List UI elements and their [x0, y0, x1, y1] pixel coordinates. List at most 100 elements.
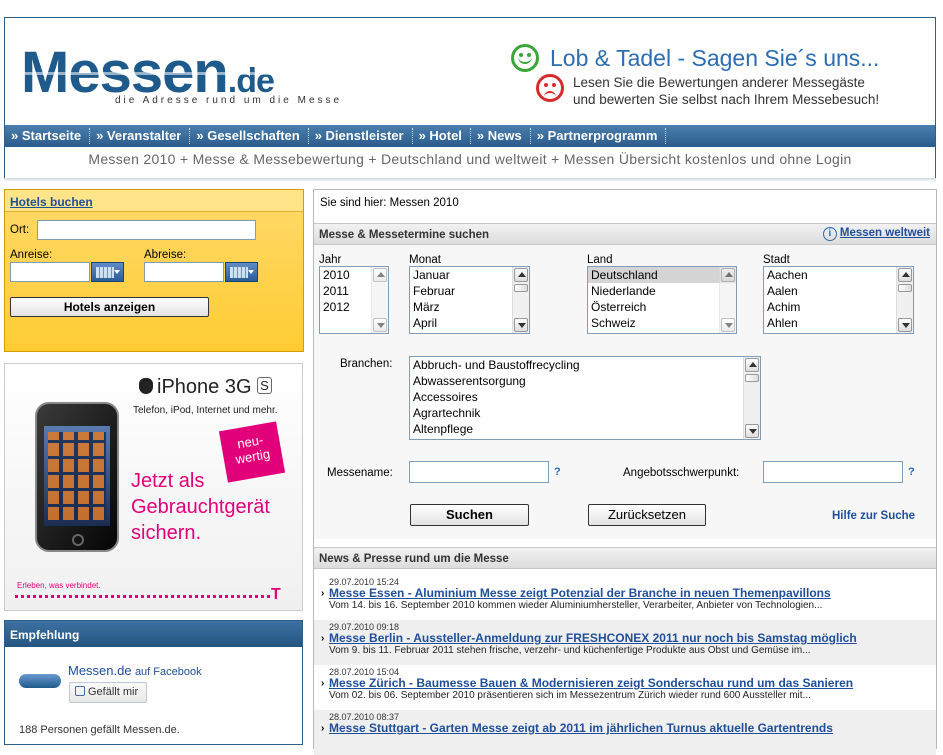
stadt-option[interactable]: Ahlen	[764, 315, 913, 331]
stadt-option[interactable]: Aachen	[764, 267, 913, 283]
news-arrow-icon: ›	[321, 678, 325, 689]
news-title-link[interactable]: Messe Zürich - Baumesse Bauen & Modernis…	[329, 676, 853, 690]
angebot-label: Angebotsschwerpunkt:	[623, 467, 740, 479]
happy-smiley-icon	[511, 44, 539, 72]
branchen-option[interactable]: Abwasserentsorgung	[410, 373, 760, 389]
monat-scrollbar[interactable]	[512, 267, 529, 333]
news-section-header: News & Presse rund um die Messe	[314, 547, 936, 569]
news-description: Vom 9. bis 11. Februar 2011 stehen frisc…	[329, 645, 811, 656]
like-label: Gefällt mir	[88, 686, 139, 698]
branchen-option[interactable]: Altenpflege	[410, 421, 760, 437]
facebook-page-line: Messen.de auf Facebook	[68, 663, 202, 678]
news-item: 28.07.2010 15:04 › Messe Zürich - Baumes…	[314, 665, 936, 710]
nav-veranstalter[interactable]: » Veranstalter	[90, 128, 191, 144]
search-section-title: Messe & Messetermine suchen	[319, 229, 490, 241]
nav-partnerprogramm[interactable]: » Partnerprogramm	[531, 128, 667, 144]
land-option[interactable]: Schweiz	[588, 315, 736, 331]
land-scrollbar[interactable]	[719, 267, 736, 333]
jahr-scrollbar[interactable]	[371, 267, 388, 333]
hotel-search-box: Hotels buchen Ort: Anreise: Abreise: Hot…	[4, 189, 304, 352]
main-content: Sie sind hier: Messen 2010 Messe & Messe…	[313, 189, 937, 755]
angebot-input[interactable]	[763, 461, 903, 483]
branchen-scrollbar[interactable]	[743, 357, 760, 439]
ad-headline-line3: sichern.	[131, 522, 202, 544]
header-shadow	[4, 178, 936, 182]
hotel-box-header: Hotels buchen	[5, 190, 303, 212]
feedback-title[interactable]: Lob & Tadel - Sagen Sie´s uns...	[550, 45, 879, 72]
nav-news[interactable]: » News	[471, 128, 531, 144]
messen-weltweit-link[interactable]: Messen weltweit	[840, 227, 930, 239]
ort-label: Ort:	[10, 224, 30, 236]
land-option-selected[interactable]: Deutschland	[588, 267, 736, 283]
news-title-link[interactable]: Messe Essen - Aluminium Messe zeigt Pote…	[329, 586, 831, 600]
anreise-label: Anreise:	[10, 249, 53, 261]
nav-gesellschaften[interactable]: » Gesellschaften	[190, 128, 309, 144]
messename-help-icon[interactable]: ?	[554, 466, 561, 478]
hotels-anzeigen-button[interactable]: Hotels anzeigen	[10, 297, 209, 317]
facebook-page-link[interactable]: Messen.de	[68, 663, 132, 678]
ad-product: iPhone 3G	[157, 376, 252, 398]
ad-headline: Jetzt als Gebrauchtgerät sichern.	[131, 468, 270, 546]
land-option[interactable]: Niederlande	[588, 283, 736, 299]
news-arrow-icon: ›	[321, 723, 325, 734]
news-arrow-icon: ›	[321, 588, 325, 599]
messename-label: Messename:	[327, 467, 393, 479]
news-description: Vom 14. bis 16. September 2010 kommen wi…	[329, 600, 823, 611]
news-title-link[interactable]: Messe Stuttgart - Garten Messe zeigt ab …	[329, 721, 833, 735]
hotels-buchen-link[interactable]: Hotels buchen	[10, 195, 93, 209]
anreise-input[interactable]	[10, 262, 90, 282]
ad-dotted-line	[15, 595, 270, 598]
abreise-calendar-icon[interactable]	[225, 262, 258, 282]
facebook-page-suffix: auf Facebook	[134, 666, 202, 678]
abreise-input[interactable]	[144, 262, 224, 282]
recommendation-title: Empfehlung	[5, 621, 302, 647]
news-arrow-icon: ›	[321, 633, 325, 644]
advertisement-banner[interactable]: iPhone 3G S Telefon, iPod, Internet und …	[4, 363, 303, 611]
jahr-listbox[interactable]: 2010 2011 2012	[319, 266, 389, 334]
hilfe-zur-suche-link[interactable]: Hilfe zur Suche	[832, 510, 915, 522]
logo-stripe	[21, 72, 351, 75]
worldwide-link-wrap: i Messen weltweit	[822, 227, 930, 241]
ort-input[interactable]	[37, 220, 256, 240]
zuruecksetzen-button[interactable]: Zurücksetzen	[588, 504, 706, 526]
logo-tagline: die Adresse rund um die Messe	[115, 95, 343, 106]
stadt-option[interactable]: Aalen	[764, 283, 913, 299]
jahr-label: Jahr	[319, 254, 342, 266]
nav-startseite[interactable]: » Startseite	[5, 128, 91, 144]
suchen-button[interactable]: Suchen	[410, 504, 529, 526]
recommendation-box: Empfehlung Messen.de auf Facebook Gefäll…	[4, 620, 303, 745]
stadt-scrollbar[interactable]	[896, 267, 913, 333]
abreise-label: Abreise:	[144, 249, 187, 261]
branchen-option[interactable]: Accessoires	[410, 389, 760, 405]
site-header: Messen.de die Adresse rund um die Messe …	[4, 17, 936, 179]
ad-headline-line1: Jetzt als	[131, 470, 205, 492]
land-listbox[interactable]: Deutschland Niederlande Österreich Schwe…	[587, 266, 737, 334]
feedback-line2: und bewerten Sie selbst nach Ihrem Messe…	[573, 92, 880, 107]
telekom-logo: T	[271, 586, 281, 603]
news-section-title: News & Presse rund um die Messe	[319, 553, 509, 565]
nav-dienstleister[interactable]: » Dienstleister	[309, 128, 413, 144]
stadt-option[interactable]: Achim	[764, 299, 913, 315]
messen-thumbnail-icon[interactable]	[19, 674, 61, 688]
anreise-calendar-icon[interactable]	[91, 262, 124, 282]
branchen-label: Branchen:	[340, 358, 393, 370]
feedback-subtitle: Lesen Sie die Bewertungen anderer Messeg…	[573, 74, 879, 108]
branchen-option[interactable]: Agrartechnik	[410, 405, 760, 421]
branchen-listbox[interactable]: Abbruch- und Baustoffrecycling Abwassere…	[409, 356, 761, 440]
search-section-header: Messe & Messetermine suchen i Messen welt…	[314, 223, 936, 245]
apple-logo-icon	[139, 378, 153, 394]
news-item: 29.07.2010 09:18 › Messe Berlin - Ausste…	[314, 620, 936, 665]
monat-listbox[interactable]: Januar Februar März April	[409, 266, 530, 334]
branchen-option[interactable]: Abbruch- und Baustoffrecycling	[410, 357, 760, 373]
land-option[interactable]: Österreich	[588, 299, 736, 315]
feedback-line1: Lesen Sie die Bewertungen anderer Messeg…	[573, 75, 865, 90]
stadt-listbox[interactable]: Aachen Aalen Achim Ahlen	[763, 266, 914, 334]
ad-subtitle: Telefon, iPod, Internet und mehr.	[133, 405, 278, 416]
likes-count-text: 188 Personen gefällt Messen.de.	[19, 724, 180, 736]
angebot-help-icon[interactable]: ?	[908, 466, 915, 478]
nav-hotel[interactable]: » Hotel	[413, 128, 471, 144]
news-title-link[interactable]: Messe Berlin - Aussteller-Anmeldung zur …	[329, 631, 857, 645]
like-button[interactable]: Gefällt mir	[69, 682, 147, 703]
news-description: Vom 02. bis 06. September 2010 präsentie…	[329, 690, 811, 701]
messename-input[interactable]	[409, 461, 549, 483]
